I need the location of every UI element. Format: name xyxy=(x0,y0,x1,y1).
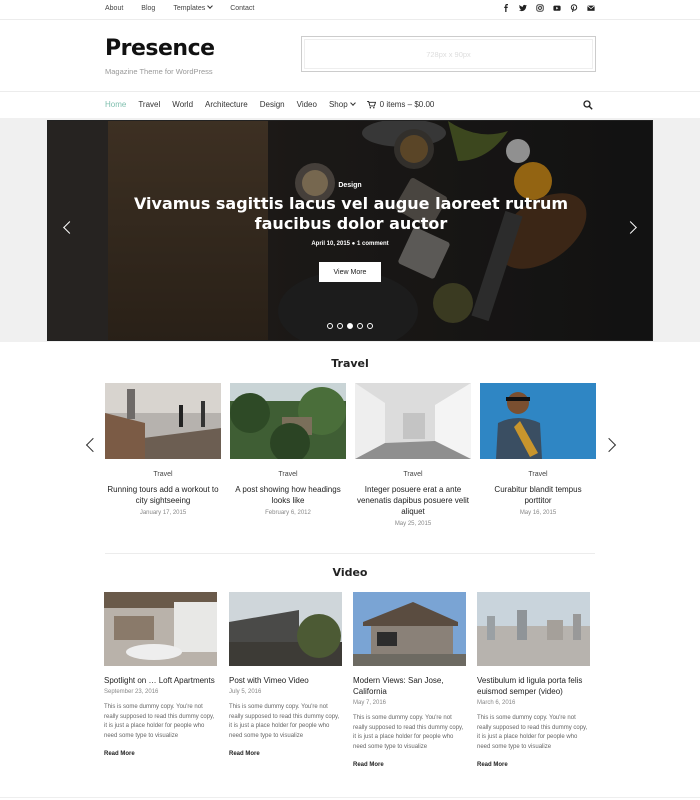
nav-item-home[interactable]: Home xyxy=(105,100,126,109)
top-link-blog[interactable]: Blog xyxy=(141,5,155,12)
view-more-button[interactable]: View More xyxy=(319,262,381,282)
nav-item-travel[interactable]: Travel xyxy=(138,100,160,109)
travel-card-image[interactable] xyxy=(230,383,346,459)
video-card[interactable]: Spotlight on … Loft Apartments September… xyxy=(104,592,217,757)
travel-card[interactable]: Travel Integer posuere erat a ante venen… xyxy=(355,383,471,527)
slider-dots xyxy=(48,323,652,329)
video-card-image[interactable] xyxy=(353,592,466,666)
travel-card-image[interactable] xyxy=(355,383,471,459)
travel-card-title[interactable]: Integer posuere erat a ante venenatis da… xyxy=(355,484,471,517)
facebook-icon[interactable] xyxy=(502,4,510,12)
travel-card-image[interactable] xyxy=(480,383,596,459)
video-card[interactable]: Modern Views: San Jose, California May 7… xyxy=(353,592,466,768)
travel-card-image[interactable] xyxy=(105,383,221,459)
slider-dot-active[interactable] xyxy=(347,323,353,329)
travel-card-title[interactable]: Curabitur blandit tempus porttitor xyxy=(480,484,596,506)
video-card[interactable]: Post with Vimeo Video July 5, 2016 This … xyxy=(229,592,342,757)
slider-dot[interactable] xyxy=(367,323,373,329)
email-icon[interactable] xyxy=(587,4,595,12)
cart-link[interactable]: 0 items – $0.00 xyxy=(366,100,435,109)
hero-slider[interactable]: Design Vivamus sagittis lacus vel augue … xyxy=(47,120,653,341)
hero-section: Design Vivamus sagittis lacus vel augue … xyxy=(0,118,700,342)
ad-banner-placeholder[interactable]: 728px x 90px xyxy=(301,36,596,72)
travel-card-date: January 17, 2015 xyxy=(139,510,187,516)
video-card-title[interactable]: Post with Vimeo Video xyxy=(229,675,342,686)
site-logo[interactable]: Presence xyxy=(105,36,215,61)
social-icons xyxy=(502,4,595,12)
travel-card-title[interactable]: Running tours add a workout to city sigh… xyxy=(105,484,221,506)
site-tagline: Magazine Theme for WordPress xyxy=(105,67,213,76)
travel-card-category[interactable]: Travel xyxy=(105,471,221,478)
read-more-link[interactable]: Read More xyxy=(477,762,590,768)
cart-summary: 0 items – $0.00 xyxy=(379,100,435,109)
travel-card-category[interactable]: Travel xyxy=(230,471,346,478)
top-link-contact[interactable]: Contact xyxy=(230,5,254,12)
chevron-down-icon xyxy=(207,3,214,9)
video-card-excerpt: This is some dummy copy. You're not real… xyxy=(477,715,588,750)
footer-divider xyxy=(0,797,700,798)
video-card-title[interactable]: Spotlight on … Loft Apartments xyxy=(104,675,217,686)
video-card[interactable]: Vestibulum id ligula porta felis euismod… xyxy=(477,592,590,768)
video-card-image[interactable] xyxy=(104,592,217,666)
video-card-date: March 6, 2016 xyxy=(477,700,516,706)
travel-card[interactable]: Travel Curabitur blandit tempus porttito… xyxy=(480,383,596,516)
hero-category[interactable]: Design xyxy=(48,182,652,189)
nav-item-shop[interactable]: Shop xyxy=(328,100,356,109)
nav-item-video[interactable]: Video xyxy=(297,100,317,109)
video-card-excerpt: This is some dummy copy. You're not real… xyxy=(229,704,340,739)
video-card-date: May 7, 2016 xyxy=(353,700,387,706)
video-card-image[interactable] xyxy=(229,592,342,666)
chevron-down-icon xyxy=(349,100,356,106)
instagram-icon[interactable] xyxy=(536,4,544,12)
nav-item-world[interactable]: World xyxy=(172,100,193,109)
carousel-next-arrow-icon[interactable] xyxy=(601,437,617,453)
video-card-excerpt: This is some dummy copy. You're not real… xyxy=(353,715,464,750)
nav-item-design[interactable]: Design xyxy=(260,100,285,109)
section-divider xyxy=(105,553,595,554)
hero-title[interactable]: Vivamus sagittis lacus vel augue laoreet… xyxy=(98,194,604,234)
top-bar: About Blog Templates Contact xyxy=(0,0,700,20)
site-header: Presence Magazine Theme for WordPress 72… xyxy=(0,20,700,92)
travel-card-date: May 16, 2015 xyxy=(519,510,557,516)
video-card-date: September 23, 2016 xyxy=(104,689,159,695)
hero-meta: April 10, 2015 ● 1 comment xyxy=(311,241,389,247)
travel-card-category[interactable]: Travel xyxy=(355,471,471,478)
travel-card-title[interactable]: A post showing how headings looks like xyxy=(230,484,346,506)
slider-dot[interactable] xyxy=(357,323,363,329)
travel-card-date: February 6, 2012 xyxy=(265,510,311,516)
video-card-excerpt: This is some dummy copy. You're not real… xyxy=(104,704,215,739)
section-heading-video: Video xyxy=(332,566,368,579)
video-card-date: July 5, 2016 xyxy=(229,689,262,695)
pinterest-icon[interactable] xyxy=(570,4,578,12)
video-card-title[interactable]: Vestibulum id ligula porta felis euismod… xyxy=(477,675,590,697)
carousel-prev-arrow-icon[interactable] xyxy=(85,437,101,453)
main-nav: Home Travel World Architecture Design Vi… xyxy=(0,92,700,118)
video-card-title[interactable]: Modern Views: San Jose, California xyxy=(353,675,466,697)
travel-card-date: May 25, 2015 xyxy=(394,521,432,527)
video-card-image[interactable] xyxy=(477,592,590,666)
top-link-templates-label: Templates xyxy=(173,5,206,12)
slider-dot[interactable] xyxy=(327,323,333,329)
travel-card[interactable]: Travel A post showing how headings looks… xyxy=(230,383,346,516)
nav-item-shop-label: Shop xyxy=(328,100,348,109)
read-more-link[interactable]: Read More xyxy=(229,751,342,757)
twitter-icon[interactable] xyxy=(519,4,527,12)
slider-dot[interactable] xyxy=(337,323,343,329)
nav-item-architecture[interactable]: Architecture xyxy=(205,100,248,109)
top-link-templates[interactable]: Templates xyxy=(173,3,214,12)
youtube-icon[interactable] xyxy=(553,4,561,12)
top-links: About Blog Templates Contact xyxy=(105,3,254,12)
section-heading-travel: Travel xyxy=(331,357,369,370)
read-more-link[interactable]: Read More xyxy=(353,762,466,768)
travel-card-category[interactable]: Travel xyxy=(480,471,596,478)
top-link-about[interactable]: About xyxy=(105,5,123,12)
travel-card[interactable]: Travel Running tours add a workout to ci… xyxy=(105,383,221,516)
cart-icon xyxy=(366,100,376,108)
read-more-link[interactable]: Read More xyxy=(104,751,217,757)
search-icon[interactable] xyxy=(583,100,593,110)
